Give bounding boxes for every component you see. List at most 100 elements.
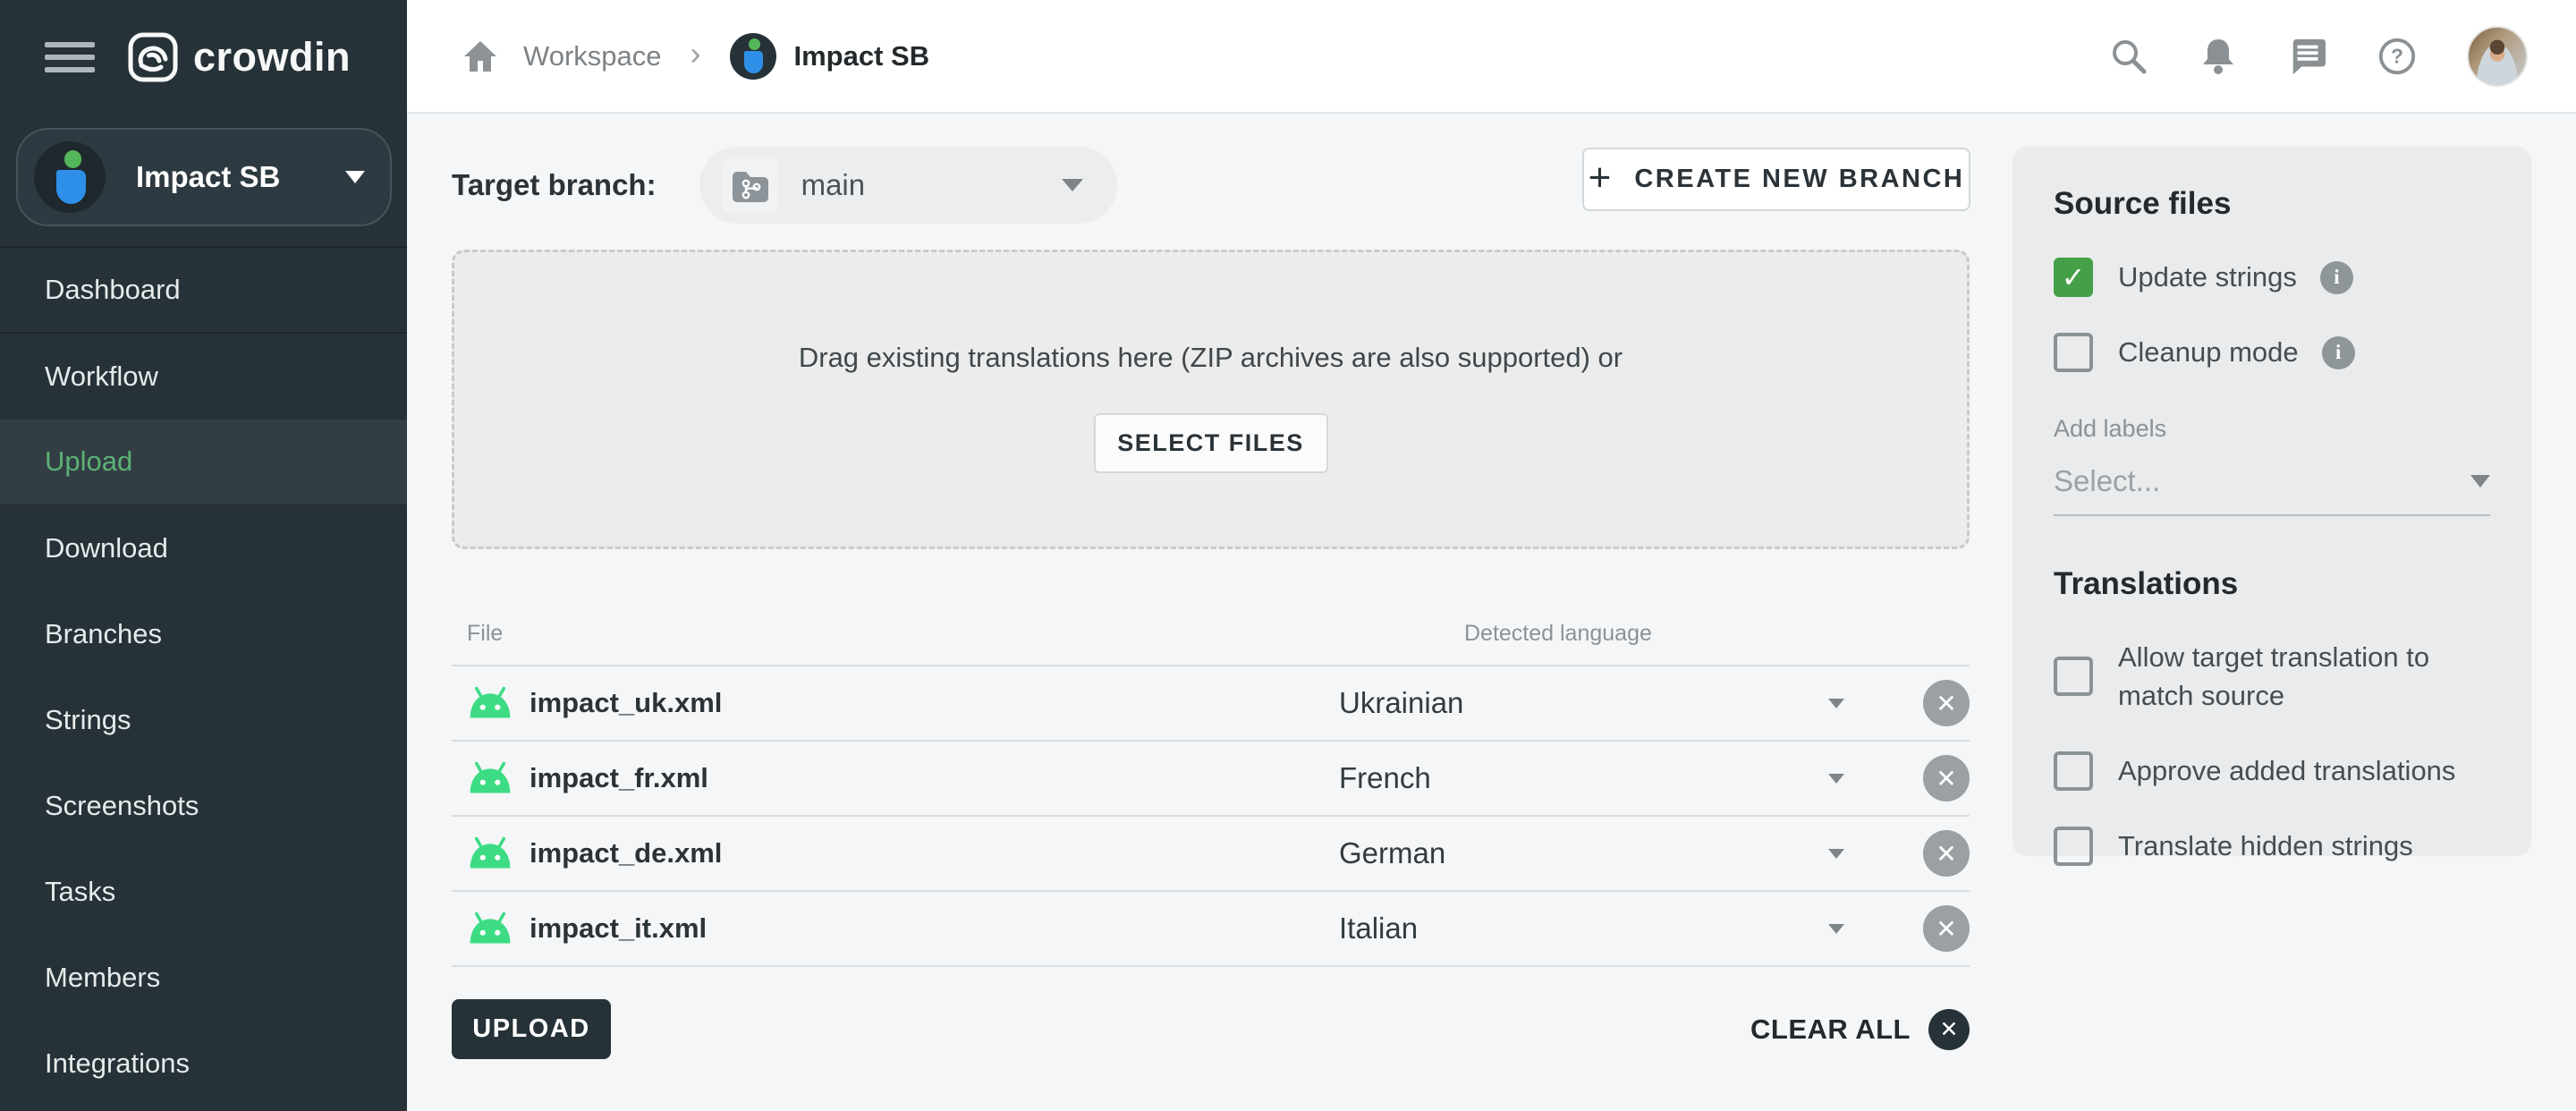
header-actions: ? [2109, 26, 2528, 87]
android-file-icon [467, 911, 513, 946]
messages-icon[interactable] [2288, 37, 2327, 76]
column-detected-language: Detected language [1464, 621, 1970, 647]
chevron-down-icon [1828, 774, 1844, 784]
crowdin-logo-icon [127, 31, 179, 83]
svg-text:?: ? [2391, 44, 2403, 67]
add-labels-label: Add labels [2054, 415, 2490, 443]
breadcrumb: Workspace › Impact SB [461, 33, 929, 80]
main-content: Target branch: main + CREATE NEW BRANCH … [407, 115, 2576, 1111]
language-dropdown[interactable]: German [1339, 836, 1844, 870]
search-icon[interactable] [2109, 37, 2148, 76]
file-name: impact_uk.xml [530, 687, 722, 719]
sidebar-item-workflow[interactable]: Workflow [0, 334, 407, 420]
crowdin-logo-text: crowdin [193, 34, 351, 81]
menu-hamburger-icon[interactable] [45, 35, 95, 80]
project-switcher[interactable]: Impact SB [16, 128, 392, 226]
info-icon[interactable]: i [2322, 336, 2355, 369]
table-row: impact_de.xml German ✕ [452, 817, 1970, 892]
sidebar-item-integrations[interactable]: Integrations [0, 1021, 407, 1107]
dropzone-text: Drag existing translations here (ZIP arc… [799, 342, 1623, 374]
project-avatar [730, 33, 776, 80]
target-branch-label: Target branch: [452, 168, 657, 202]
sidebar-nav: Dashboard Workflow Upload Download Branc… [0, 248, 407, 1107]
file-name: impact_de.xml [530, 837, 722, 869]
translate-hidden-checkbox[interactable]: ✓ [2054, 827, 2093, 866]
create-new-branch-button[interactable]: + CREATE NEW BRANCH [1582, 148, 1970, 211]
target-branch-value: main [801, 168, 866, 202]
option-cleanup-mode: ✓ Cleanup mode i [2054, 333, 2490, 372]
chevron-down-icon [1828, 924, 1844, 934]
sidebar-item-screenshots[interactable]: Screenshots [0, 763, 407, 849]
breadcrumb-workspace[interactable]: Workspace [523, 40, 662, 72]
allow-match-source-checkbox[interactable]: ✓ [2054, 657, 2093, 696]
sidebar-item-tasks[interactable]: Tasks [0, 849, 407, 935]
remove-file-button[interactable]: ✕ [1923, 755, 1970, 801]
file-name: impact_it.xml [530, 912, 707, 945]
breadcrumb-project-name: Impact SB [794, 40, 930, 72]
chevron-down-icon [345, 171, 365, 183]
sidebar: crowdin Impact SB Dashboard Workflow Upl… [0, 0, 407, 1111]
branch-folder-icon [723, 157, 778, 213]
source-files-title: Source files [2054, 186, 2490, 222]
option-approve-added: ✓ Approve added translations [2054, 751, 2490, 791]
file-dropzone[interactable]: Drag existing translations here (ZIP arc… [452, 250, 1970, 549]
breadcrumb-project[interactable]: Impact SB [730, 33, 930, 80]
project-avatar [34, 141, 106, 213]
sidebar-item-dashboard[interactable]: Dashboard [0, 248, 407, 334]
remove-file-button[interactable]: ✕ [1923, 905, 1970, 952]
user-avatar[interactable] [2467, 26, 2528, 87]
android-file-icon [467, 760, 513, 796]
uploaded-files-table: File Detected language impact_uk.xml Ukr… [452, 598, 1970, 967]
sidebar-item-upload[interactable]: Upload [0, 420, 407, 505]
plus-icon: + [1589, 158, 1612, 198]
chevron-right-icon: › [691, 35, 701, 72]
option-allow-match-source: ✓ Allow target translation to match sour… [2054, 638, 2490, 716]
top-header: Workspace › Impact SB ? [407, 0, 2576, 114]
sidebar-item-download[interactable]: Download [0, 505, 407, 591]
language-dropdown[interactable]: French [1339, 761, 1844, 795]
home-icon[interactable] [461, 37, 500, 76]
language-dropdown[interactable]: Italian [1339, 912, 1844, 946]
cleanup-mode-checkbox[interactable]: ✓ [2054, 333, 2093, 372]
chevron-down-icon [1828, 849, 1844, 859]
crowdin-logo[interactable]: crowdin [127, 31, 351, 83]
language-dropdown[interactable]: Ukrainian [1339, 686, 1844, 720]
target-branch-select[interactable]: main [699, 147, 1117, 224]
sidebar-item-branches[interactable]: Branches [0, 591, 407, 677]
help-icon[interactable]: ? [2377, 37, 2417, 76]
labels-select[interactable]: Select... [2054, 464, 2490, 516]
android-file-icon [467, 685, 513, 721]
labels-select-placeholder: Select... [2054, 464, 2160, 498]
approve-added-checkbox[interactable]: ✓ [2054, 751, 2093, 791]
android-file-icon [467, 835, 513, 871]
chevron-down-icon [2470, 475, 2490, 488]
clear-all-button[interactable]: CLEAR ALL ✕ [1750, 1009, 1970, 1050]
project-name: Impact SB [136, 160, 280, 194]
table-row: impact_it.xml Italian ✕ [452, 892, 1970, 967]
option-translate-hidden: ✓ Translate hidden strings [2054, 827, 2490, 866]
notifications-bell-icon[interactable] [2199, 37, 2238, 76]
table-footer: UPLOAD CLEAR ALL ✕ [452, 999, 1970, 1059]
option-update-strings: ✓ Update strings i [2054, 258, 2490, 297]
upload-button[interactable]: UPLOAD [452, 999, 611, 1059]
upload-settings-panel: Source files ✓ Update strings i ✓ Cleanu… [2012, 147, 2531, 856]
info-icon[interactable]: i [2320, 261, 2353, 294]
update-strings-checkbox[interactable]: ✓ [2054, 258, 2093, 297]
remove-file-button[interactable]: ✕ [1923, 680, 1970, 726]
table-row: impact_uk.xml Ukrainian ✕ [452, 666, 1970, 742]
crowdin-upload-page: Workspace › Impact SB ? [0, 0, 2576, 1111]
sidebar-item-strings[interactable]: Strings [0, 677, 407, 763]
column-file: File [467, 621, 503, 647]
sidebar-item-members[interactable]: Members [0, 935, 407, 1021]
chevron-down-icon [1062, 179, 1083, 191]
target-branch-row: Target branch: main [452, 147, 1117, 224]
file-name: impact_fr.xml [530, 762, 708, 794]
sidebar-top: crowdin [0, 0, 407, 114]
clear-all-x-icon: ✕ [1928, 1009, 1970, 1050]
select-files-button[interactable]: SELECT FILES [1094, 413, 1328, 473]
table-row: impact_fr.xml French ✕ [452, 742, 1970, 817]
translations-title: Translations [2054, 566, 2490, 602]
table-header: File Detected language [452, 598, 1970, 666]
remove-file-button[interactable]: ✕ [1923, 830, 1970, 877]
chevron-down-icon [1828, 699, 1844, 708]
